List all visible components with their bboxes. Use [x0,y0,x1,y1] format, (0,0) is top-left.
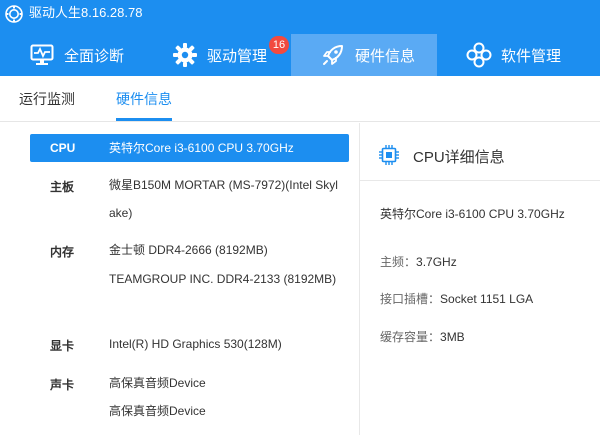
row-label: 内存 [50,245,75,259]
tab-label: 软件管理 [501,47,562,65]
row-value: 英特尔Core i3-6100 CPU 3.70GHz [109,141,294,155]
hardware-list: CPU 英特尔Core i3-6100 CPU 3.70GHz 主板 微星B15… [0,123,360,435]
row-label: 主板 [50,180,75,194]
hardware-row-sound[interactable]: 声卡 高保真音频Device 高保真音频Device [30,369,349,427]
row-value: 微星B150M MORTAR (MS-7972)(Intel Skylake) [109,178,338,220]
main-nav: 全面诊断 驱动管理 硬件信息 软件管理 [0,34,600,76]
tab-label: 硬件信息 [355,47,416,65]
row-label: 显卡 [50,339,75,353]
active-subtab-indicator [116,118,172,121]
tab-hardware-info[interactable]: 硬件信息 [291,34,437,76]
tab-software-management[interactable]: 软件管理 [466,34,561,76]
cpu-chip-icon [379,145,399,165]
app-logo-icon [5,5,23,23]
spec-value: 3.7GHz [416,255,457,269]
row-value: TEAMGROUP INC. DDR4-2133 (8192MB) [109,272,337,286]
tab-full-diagnosis[interactable]: 全面诊断 [29,34,124,76]
spec-cache: 缓存容量：3MB [380,328,465,345]
monitor-pulse-icon [29,42,55,68]
hardware-row-motherboard[interactable]: 主板 微星B150M MORTAR (MS-7972)(Intel Skylak… [30,171,349,229]
subtab-runtime-monitor[interactable]: 运行监测 [19,89,75,109]
subtab-hardware-info[interactable]: 硬件信息 [116,89,172,109]
app-title: 驱动人生8.16.28.78 [29,5,143,20]
row-value: 金士顿 DDR4-2666 (8192MB) [109,243,268,257]
detail-title: CPU详细信息 [413,149,505,166]
spec-socket: 接口插槽：Socket 1151 LGA [380,290,533,307]
spec-key: 接口插槽： [380,292,441,306]
update-count-badge: 16 [269,36,289,54]
apps-icon [466,42,492,68]
hardware-row-cpu[interactable]: CPU 英特尔Core i3-6100 CPU 3.70GHz [30,134,349,162]
detail-header: CPU详细信息 [360,123,600,181]
spec-value: Socket 1151 LGA [440,292,534,306]
spec-key: 缓存容量： [380,330,441,344]
row-value: Intel(R) HD Graphics 530(128M) [109,337,282,351]
sub-tabs: 运行监测 硬件信息 [0,76,600,122]
spec-key: 主频： [380,255,417,269]
row-value: 高保真音频Device [109,376,206,390]
tab-label: 全面诊断 [64,47,125,65]
rocket-icon [320,42,346,68]
app-header: 驱动人生8.16.28.78 全面诊断 驱动管理 硬件信息 软件管理 [0,0,600,76]
gear-icon [172,42,198,68]
hardware-row-memory[interactable]: 内存 金士顿 DDR4-2666 (8192MB) TEAMGROUP INC.… [30,236,349,321]
row-label: 声卡 [50,378,75,392]
spec-frequency: 主频：3.7GHz [380,253,457,270]
row-label: CPU [50,141,76,155]
cpu-detail-panel: CPU详细信息 英特尔Core i3-6100 CPU 3.70GHz 主频：3… [360,123,600,435]
hardware-row-gpu[interactable]: 显卡 Intel(R) HD Graphics 530(128M) [30,330,349,358]
row-value: 高保真音频Device [109,404,206,418]
cpu-model-name: 英特尔Core i3-6100 CPU 3.70GHz [380,207,565,221]
tab-driver-management[interactable]: 驱动管理 [172,34,267,76]
tab-label: 驱动管理 [207,47,268,65]
spec-value: 3MB [440,330,465,344]
